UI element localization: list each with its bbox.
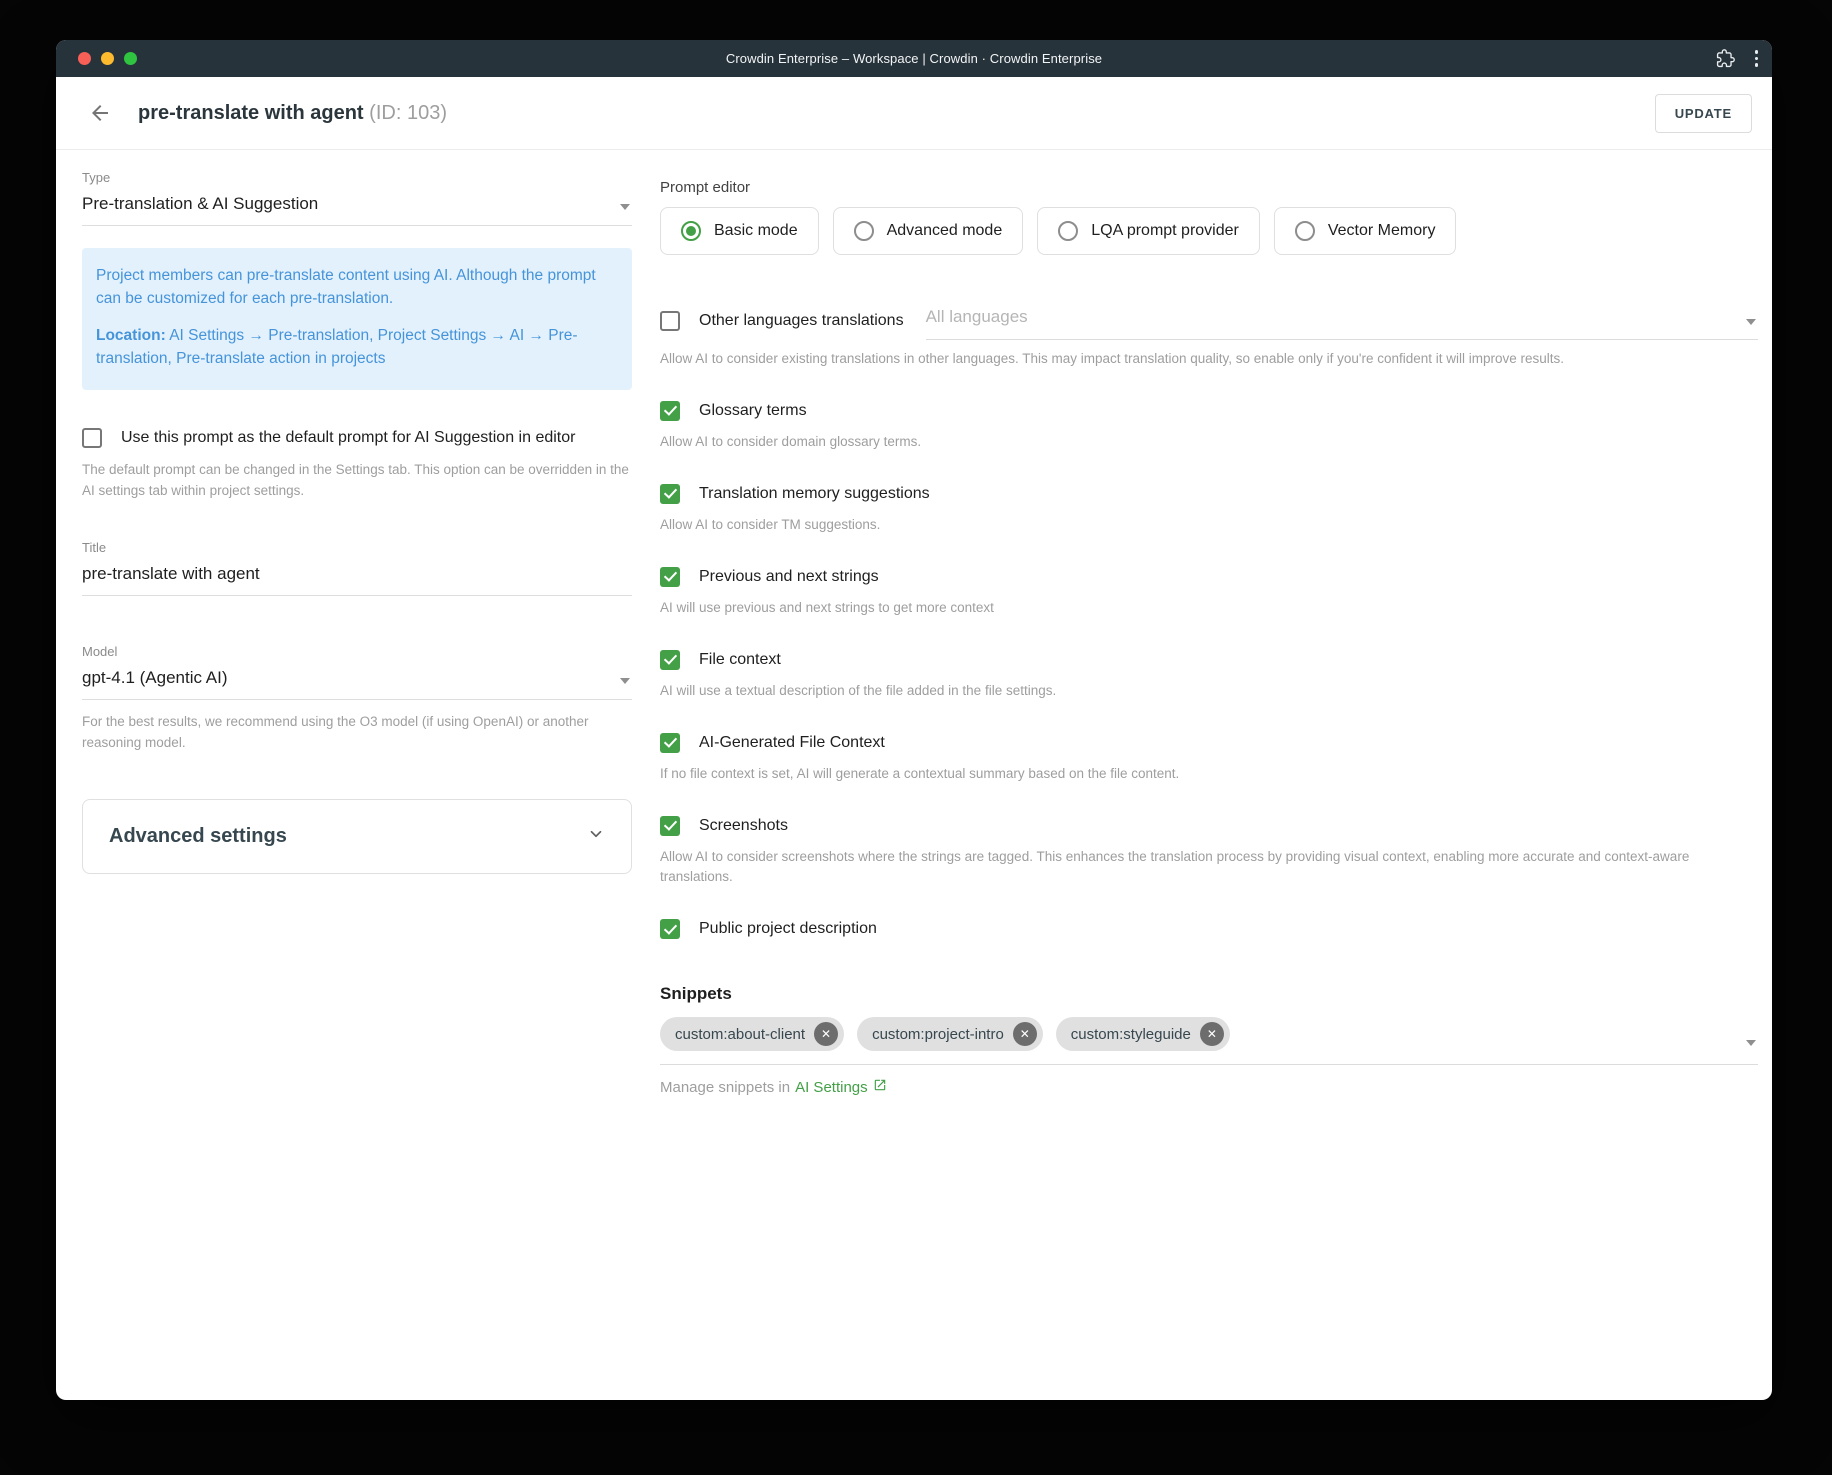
context-option-helper: Allow AI to consider screenshots where t…: [660, 847, 1758, 889]
minimize-window-button[interactable]: [101, 52, 114, 65]
context-option-row[interactable]: Previous and next strings: [660, 567, 1758, 587]
external-link-icon: [873, 1078, 887, 1096]
checkbox-unchecked-icon[interactable]: [660, 311, 680, 331]
type-select[interactable]: Pre-translation & AI Suggestion: [82, 187, 632, 226]
back-arrow-icon[interactable]: [86, 99, 114, 127]
languages-select[interactable]: All languages: [926, 303, 1758, 340]
context-option-helper: Allow AI to consider TM suggestions.: [660, 515, 1758, 536]
default-prompt-checkbox-row[interactable]: Use this prompt as the default prompt fo…: [82, 428, 632, 448]
ai-context-options: Glossary terms Allow AI to consider doma…: [660, 401, 1758, 939]
browser-window: Crowdin Enterprise – Workspace | Crowdin…: [56, 40, 1772, 1400]
other-languages-row: Other languages translations All languag…: [660, 303, 1758, 340]
prompt-editor-option-vector-memory[interactable]: Vector Memory: [1274, 207, 1457, 255]
checkbox-checked-icon[interactable]: [660, 816, 680, 836]
chevron-down-icon: [587, 825, 605, 848]
advanced-settings-toggle[interactable]: Advanced settings: [82, 799, 632, 874]
context-option-row[interactable]: Translation memory suggestions: [660, 484, 1758, 504]
radio-icon: [1295, 221, 1315, 241]
radio-icon: [854, 221, 874, 241]
prompt-id: (ID: 103): [369, 102, 447, 124]
other-languages-helper: Allow AI to consider existing translatio…: [660, 349, 1758, 370]
context-option-row[interactable]: Screenshots: [660, 816, 1758, 836]
info-location-text: Location: AI Settings → Pre-translation,…: [96, 325, 617, 371]
type-field: Type Pre-translation & AI Suggestion: [82, 170, 632, 226]
checkbox-unchecked-icon[interactable]: [82, 428, 102, 448]
settings-right-column: Prompt editor Basic mode Advanced mode L…: [660, 170, 1758, 1096]
context-option-helper: AI will use a textual description of the…: [660, 681, 1758, 702]
remove-chip-icon[interactable]: ✕: [814, 1022, 838, 1046]
context-option-glossary-terms: Glossary terms Allow AI to consider doma…: [660, 401, 1758, 453]
snippets-heading: Snippets: [660, 984, 1758, 1004]
ai-settings-link[interactable]: AI Settings: [795, 1078, 887, 1096]
prompt-editor-options: Basic mode Advanced mode LQA prompt prov…: [660, 207, 1758, 255]
default-prompt-helper: The default prompt can be changed in the…: [82, 460, 632, 502]
prompt-editor-option-lqa-prompt-provider[interactable]: LQA prompt provider: [1037, 207, 1260, 255]
radio-icon: [1058, 221, 1078, 241]
snippet-chips: custom:about-client ✕ custom:project-int…: [660, 1017, 1734, 1051]
model-helper: For the best results, we recommend using…: [82, 712, 632, 754]
context-option-helper: If no file context is set, AI will gener…: [660, 764, 1758, 785]
context-option-helper: AI will use previous and next strings to…: [660, 598, 1758, 619]
checkbox-checked-icon[interactable]: [660, 733, 680, 753]
manage-snippets-row: Manage snippets in AI Settings: [660, 1078, 1758, 1096]
maximize-window-button[interactable]: [124, 52, 137, 65]
title-input[interactable]: pre-translate with agent: [82, 557, 632, 596]
radio-icon: [681, 221, 701, 241]
chevron-down-icon: [1746, 1040, 1756, 1046]
desktop-background: Crowdin Enterprise – Workspace | Crowdin…: [0, 0, 1832, 1475]
title-label: Title: [82, 540, 632, 555]
chevron-down-icon: [620, 204, 630, 210]
prompt-editor-option-basic-mode[interactable]: Basic mode: [660, 207, 819, 255]
snippet-chip-custom-styleguide: custom:styleguide ✕: [1056, 1017, 1230, 1051]
title-field: Title pre-translate with agent: [82, 540, 632, 596]
context-option-row[interactable]: AI-Generated File Context: [660, 733, 1758, 753]
checkbox-checked-icon[interactable]: [660, 650, 680, 670]
context-option-row[interactable]: File context: [660, 650, 1758, 670]
window-controls: [78, 40, 137, 77]
context-option-row[interactable]: Public project description: [660, 919, 1758, 939]
extensions-icon[interactable]: [1716, 49, 1735, 68]
checkbox-checked-icon[interactable]: [660, 401, 680, 421]
snippet-chip-custom-about-client: custom:about-client ✕: [660, 1017, 844, 1051]
model-field: Model gpt-4.1 (Agentic AI): [82, 644, 632, 700]
model-label: Model: [82, 644, 632, 659]
type-label: Type: [82, 170, 632, 185]
snippet-chip-custom-project-intro: custom:project-intro ✕: [857, 1017, 1043, 1051]
other-languages-checkbox-row[interactable]: Other languages translations: [660, 311, 904, 340]
browser-tab-title: Crowdin Enterprise – Workspace | Crowdin…: [726, 51, 1102, 66]
info-text: Project members can pre-translate conten…: [96, 265, 617, 311]
info-banner: Project members can pre-translate conten…: [82, 248, 632, 390]
page-header: pre-translate with agent (ID: 103) UPDAT…: [56, 77, 1772, 150]
prompt-editor-label: Prompt editor: [660, 179, 1758, 196]
browser-titlebar: Crowdin Enterprise – Workspace | Crowdin…: [56, 40, 1772, 77]
remove-chip-icon[interactable]: ✕: [1013, 1022, 1037, 1046]
context-option-public-project-description: Public project description: [660, 919, 1758, 939]
context-option-screenshots: Screenshots Allow AI to consider screens…: [660, 816, 1758, 889]
checkbox-checked-icon[interactable]: [660, 484, 680, 504]
context-option-file-context: File context AI will use a textual descr…: [660, 650, 1758, 702]
checkbox-checked-icon[interactable]: [660, 919, 680, 939]
checkbox-checked-icon[interactable]: [660, 567, 680, 587]
update-button[interactable]: UPDATE: [1655, 94, 1752, 133]
snippets-select[interactable]: custom:about-client ✕ custom:project-int…: [660, 1017, 1758, 1065]
chevron-down-icon: [1746, 319, 1756, 325]
context-option-translation-memory-suggestions: Translation memory suggestions Allow AI …: [660, 484, 1758, 536]
context-option-previous-and-next-strings: Previous and next strings AI will use pr…: [660, 567, 1758, 619]
model-select[interactable]: gpt-4.1 (Agentic AI): [82, 661, 632, 700]
browser-menu-icon[interactable]: [1755, 50, 1759, 67]
remove-chip-icon[interactable]: ✕: [1200, 1022, 1224, 1046]
page-title: pre-translate with agent (ID: 103): [138, 102, 447, 125]
settings-left-column: Type Pre-translation & AI Suggestion Pro…: [82, 170, 632, 1096]
prompt-editor-option-advanced-mode[interactable]: Advanced mode: [833, 207, 1024, 255]
close-window-button[interactable]: [78, 52, 91, 65]
context-option-row[interactable]: Glossary terms: [660, 401, 1758, 421]
context-option-helper: Allow AI to consider domain glossary ter…: [660, 432, 1758, 453]
context-option-ai-generated-file-context: AI-Generated File Context If no file con…: [660, 733, 1758, 785]
chevron-down-icon: [620, 678, 630, 684]
